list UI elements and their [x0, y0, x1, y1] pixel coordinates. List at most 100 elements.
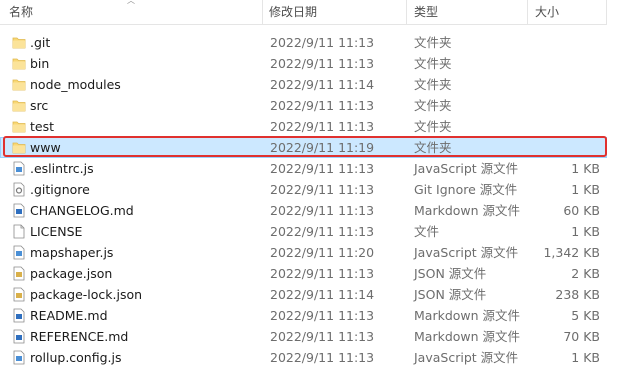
file-name: test: [30, 119, 55, 134]
markdown-file-icon: [12, 203, 26, 218]
column-divider[interactable]: [262, 0, 263, 24]
file-size: [528, 74, 600, 95]
file-row[interactable]: bin 2022/9/11 11:13 文件夹: [0, 53, 607, 74]
file-size: 238 KB: [555, 287, 600, 302]
json-file-icon: [12, 266, 26, 281]
folder-icon: [12, 56, 26, 71]
file-modified-date: 2022/9/11 11:13: [270, 350, 375, 365]
file-type: Git Ignore 源文件: [414, 182, 518, 197]
file-size: 1 KB: [571, 161, 600, 176]
file-size: [528, 137, 600, 158]
file-type: JSON 源文件: [414, 287, 487, 302]
file-size: 5 KB: [571, 308, 600, 323]
folder-icon: [12, 35, 26, 50]
file-type: 文件夹: [414, 77, 452, 92]
vertical-scrollbar[interactable]: [607, 0, 624, 380]
column-divider[interactable]: [406, 0, 407, 24]
file-name: .gitignore: [30, 182, 90, 197]
file-name: README.md: [30, 308, 108, 323]
file-row[interactable]: rollup.config.js 2022/9/11 11:13 JavaScrip…: [0, 347, 607, 368]
file-type: JavaScript 源文件: [414, 161, 519, 176]
file-size: 60 KB: [563, 203, 600, 218]
file-row[interactable]: .git 2022/9/11 11:13 文件夹: [0, 32, 607, 53]
file-type: JavaScript 源文件: [414, 245, 519, 260]
file-size: 1 KB: [571, 350, 600, 365]
file-type: 文件夹: [414, 35, 452, 50]
blank-file-icon: [12, 224, 26, 239]
file-row[interactable]: .gitignore 2022/9/11 11:13 Git Ignore 源文件 1…: [0, 179, 607, 200]
file-name: bin: [30, 56, 50, 71]
file-name: www: [30, 140, 61, 155]
file-modified-date: 2022/9/11 11:13: [270, 329, 375, 344]
file-modified-date: 2022/9/11 11:13: [270, 98, 375, 113]
file-name: mapshaper.js: [30, 245, 114, 260]
file-type: 文件: [414, 224, 440, 239]
file-row[interactable]: .eslintrc.js 2022/9/11 11:13 JavaScript 源文…: [0, 158, 607, 179]
file-modified-date: 2022/9/11 11:13: [270, 224, 375, 239]
file-explorer-window: ︿ 名称 修改日期 类型 大小 .git 2022/9/11 11:13 文件夹 bi…: [0, 0, 624, 380]
file-type: 文件夹: [414, 98, 452, 113]
file-name: rollup.config.js: [30, 350, 122, 365]
column-date-header[interactable]: 修改日期: [269, 0, 317, 24]
file-modified-date: 2022/9/11 11:13: [270, 119, 375, 134]
file-row[interactable]: mapshaper.js 2022/9/11 11:20 JavaScript 源文…: [0, 242, 607, 263]
js-file-icon: [12, 245, 26, 260]
file-modified-date: 2022/9/11 11:14: [270, 77, 375, 92]
file-size: 70 KB: [563, 329, 600, 344]
file-type: 文件夹: [414, 140, 452, 155]
column-type-header[interactable]: 类型: [414, 0, 438, 24]
file-row[interactable]: test 2022/9/11 11:13 文件夹: [0, 116, 607, 137]
file-modified-date: 2022/9/11 11:13: [270, 161, 375, 176]
file-size: [528, 53, 600, 74]
file-size: [528, 95, 600, 116]
file-name: package-lock.json: [30, 287, 143, 302]
file-modified-date: 2022/9/11 11:13: [270, 266, 375, 281]
column-size-header[interactable]: 大小: [535, 0, 559, 24]
file-size: 1 KB: [571, 224, 600, 239]
file-modified-date: 2022/9/11 11:13: [270, 56, 375, 71]
file-name: CHANGELOG.md: [30, 203, 134, 218]
file-modified-date: 2022/9/11 11:13: [270, 182, 375, 197]
file-row[interactable]: package.json 2022/9/11 11:13 JSON 源文件 2 KB: [0, 263, 607, 284]
file-type: 文件夹: [414, 119, 452, 134]
folder-icon: [12, 77, 26, 92]
js-file-icon: [12, 350, 26, 365]
file-type: JSON 源文件: [414, 266, 487, 281]
js-file-icon: [12, 161, 26, 176]
file-modified-date: 2022/9/11 11:20: [270, 245, 375, 260]
markdown-file-icon: [12, 308, 26, 323]
folder-icon: [12, 119, 26, 134]
file-name: node_modules: [30, 77, 121, 92]
file-size: 1,342 KB: [543, 245, 600, 260]
file-type: 文件夹: [414, 56, 452, 71]
file-modified-date: 2022/9/11 11:13: [270, 35, 375, 50]
file-row[interactable]: node_modules 2022/9/11 11:14 文件夹: [0, 74, 607, 95]
folder-icon: [12, 98, 26, 113]
file-row[interactable]: REFERENCE.md 2022/9/11 11:13 Markdown 源文件 7…: [0, 326, 607, 347]
file-row[interactable]: www 2022/9/11 11:19 文件夹: [0, 137, 607, 158]
file-type: JavaScript 源文件: [414, 350, 519, 365]
file-name: LICENSE: [30, 224, 83, 239]
file-size: 1 KB: [571, 182, 600, 197]
file-row[interactable]: LICENSE 2022/9/11 11:13 文件 1 KB: [0, 221, 607, 242]
column-name-header[interactable]: 名称: [9, 0, 33, 24]
file-name: src: [30, 98, 49, 113]
folder-icon: [12, 140, 26, 155]
file-size: 2 KB: [571, 266, 600, 281]
file-row[interactable]: README.md 2022/9/11 11:13 Markdown 源文件 5 KB: [0, 305, 607, 326]
file-size: [528, 116, 600, 137]
file-modified-date: 2022/9/11 11:13: [270, 203, 375, 218]
file-modified-date: 2022/9/11 11:14: [270, 287, 375, 302]
file-row[interactable]: package-lock.json 2022/9/11 11:14 JSON 源文件…: [0, 284, 607, 305]
file-row[interactable]: src 2022/9/11 11:13 文件夹: [0, 95, 607, 116]
column-header: ︿ 名称 修改日期 类型 大小: [0, 0, 607, 25]
column-divider[interactable]: [527, 0, 528, 24]
file-row[interactable]: CHANGELOG.md 2022/9/11 11:13 Markdown 源文件 6…: [0, 200, 607, 221]
file-name: .git: [30, 35, 51, 50]
file-modified-date: 2022/9/11 11:19: [270, 140, 375, 155]
file-type: Markdown 源文件: [414, 308, 521, 323]
file-size: [528, 32, 600, 53]
markdown-file-icon: [12, 329, 26, 344]
file-modified-date: 2022/9/11 11:13: [270, 308, 375, 323]
file-type: Markdown 源文件: [414, 203, 521, 218]
